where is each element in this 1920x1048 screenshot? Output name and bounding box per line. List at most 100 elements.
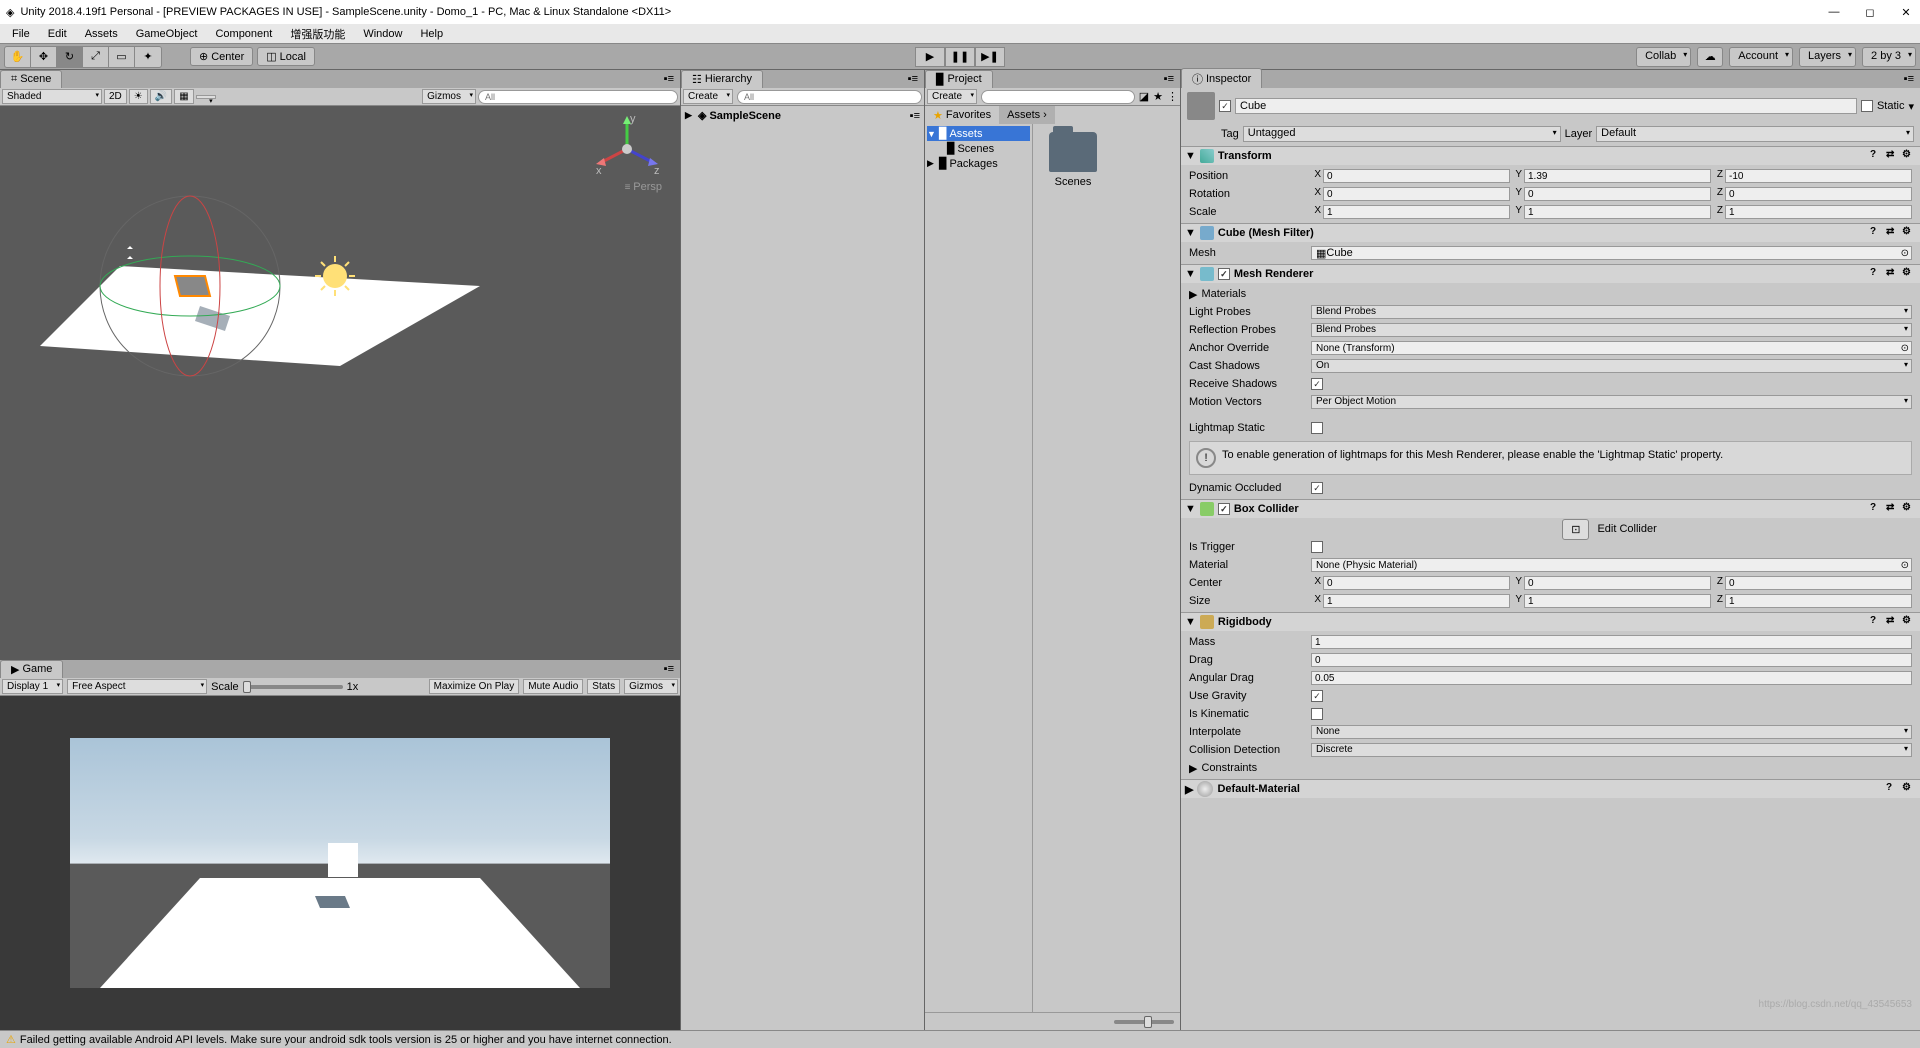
folder-scenes[interactable]: Scenes [1041, 132, 1105, 188]
menu-component[interactable]: Component [207, 26, 280, 42]
size-z[interactable] [1725, 594, 1912, 608]
rotate-tool[interactable]: ↻ [57, 47, 83, 67]
layers-dropdown[interactable]: Layers [1799, 47, 1856, 67]
gear-icon[interactable]: ⚙ [1902, 502, 1916, 516]
preset-icon[interactable]: ⇄ [1886, 502, 1900, 516]
pivot-local[interactable]: ◫Local [257, 47, 315, 66]
collider-header[interactable]: ▼ Box Collider ?⇄⚙ [1181, 500, 1920, 518]
statusbar[interactable]: ⚠ Failed getting available Android API l… [0, 1030, 1920, 1048]
menu-edit[interactable]: Edit [40, 26, 75, 42]
game-tab-menu[interactable]: ▪≡ [658, 663, 680, 675]
help-icon[interactable]: ? [1886, 782, 1900, 796]
search-label-icon[interactable]: ★ [1153, 90, 1163, 103]
minimize-button[interactable]: — [1826, 4, 1842, 20]
meshfilter-header[interactable]: ▼ Cube (Mesh Filter) ?⇄⚙ [1181, 224, 1920, 242]
static-checkbox[interactable] [1861, 100, 1873, 112]
project-tree[interactable]: ▼▉Assets ▉Scenes ▶▉Packages [925, 124, 1033, 1012]
move-tool[interactable]: ✥ [31, 47, 57, 67]
size-y[interactable] [1524, 594, 1711, 608]
menu-enhanced[interactable]: 增强版功能 [282, 24, 353, 44]
scene-view[interactable]: x y z ≡ Persp [0, 106, 680, 660]
scale-x[interactable] [1323, 205, 1510, 219]
scale-z[interactable] [1725, 205, 1912, 219]
breadcrumb-favorites[interactable]: ★Favorites [925, 106, 999, 124]
help-icon[interactable]: ? [1870, 226, 1884, 240]
project-tab[interactable]: ▉Project [925, 70, 993, 89]
pause-button[interactable]: ❚❚ [945, 47, 975, 67]
stats-toggle[interactable]: Stats [587, 679, 620, 694]
layer-dropdown[interactable]: Default [1596, 126, 1914, 142]
breadcrumb-assets[interactable]: Assets › [999, 106, 1055, 124]
gear-icon[interactable]: ⚙ [1902, 267, 1916, 281]
help-icon[interactable]: ? [1870, 267, 1884, 281]
save-search-icon[interactable]: ⋮ [1167, 90, 1178, 103]
fx-dropdown[interactable] [196, 95, 216, 99]
close-button[interactable]: ✕ [1898, 4, 1914, 20]
preset-icon[interactable]: ⇄ [1886, 615, 1900, 629]
lightprobes-dropdown[interactable]: Blend Probes [1311, 305, 1912, 319]
colldet-dropdown[interactable]: Discrete [1311, 743, 1912, 757]
menu-gameobject[interactable]: GameObject [128, 26, 206, 42]
fold-icon[interactable]: ▶ [1189, 288, 1197, 301]
persp-label[interactable]: ≡ Persp [625, 181, 662, 193]
center-x[interactable] [1323, 576, 1510, 590]
project-create[interactable]: Create [927, 89, 977, 104]
pos-x[interactable] [1323, 169, 1510, 183]
material-header[interactable]: ▶ Default-Material ?⚙ [1181, 780, 1920, 798]
game-view[interactable] [0, 696, 680, 1030]
recvshadows-checkbox[interactable] [1311, 378, 1323, 390]
account-dropdown[interactable]: Account [1729, 47, 1793, 67]
scene-search[interactable] [478, 90, 678, 104]
mode-2d-toggle[interactable]: 2D [104, 89, 127, 104]
scene-menu-icon[interactable]: ▪≡ [910, 110, 920, 122]
renderer-enabled[interactable] [1218, 268, 1230, 280]
pos-z[interactable] [1725, 169, 1912, 183]
scene-tab[interactable]: ⌗Scene [0, 70, 62, 89]
tag-dropdown[interactable]: Untagged [1243, 126, 1561, 142]
kinematic-checkbox[interactable] [1311, 708, 1323, 720]
rot-x[interactable] [1323, 187, 1510, 201]
layout-dropdown[interactable]: 2 by 3 [1862, 47, 1916, 67]
gear-icon[interactable]: ⚙ [1902, 782, 1916, 796]
gear-icon[interactable]: ⚙ [1902, 149, 1916, 163]
center-z[interactable] [1725, 576, 1912, 590]
scene-tab-menu[interactable]: ▪≡ [658, 73, 680, 85]
mute-audio[interactable]: Mute Audio [523, 679, 583, 694]
help-icon[interactable]: ? [1870, 149, 1884, 163]
menu-file[interactable]: File [4, 26, 38, 42]
istrigger-checkbox[interactable] [1311, 541, 1323, 553]
angdrag-field[interactable] [1311, 671, 1912, 685]
collider-enabled[interactable] [1218, 503, 1230, 515]
rot-z[interactable] [1725, 187, 1912, 201]
transform-header[interactable]: ▼ Transform ?⇄⚙ [1181, 147, 1920, 165]
cloud-button[interactable]: ☁ [1697, 47, 1723, 67]
preset-icon[interactable]: ⇄ [1886, 149, 1900, 163]
anchor-field[interactable]: None (Transform) [1311, 341, 1912, 355]
collab-dropdown[interactable]: Collab [1636, 47, 1691, 67]
project-tab-menu[interactable]: ▪≡ [1158, 73, 1180, 85]
search-filter-icon[interactable]: ◪ [1139, 90, 1149, 103]
motionvec-dropdown[interactable]: Per Object Motion [1311, 395, 1912, 409]
rect-tool[interactable]: ▭ [109, 47, 135, 67]
fold-icon[interactable]: ▶ [1189, 762, 1197, 775]
menu-window[interactable]: Window [355, 26, 410, 42]
renderer-header[interactable]: ▼ Mesh Renderer ?⇄⚙ [1181, 265, 1920, 283]
project-search[interactable] [981, 90, 1135, 104]
gameobject-icon[interactable] [1187, 92, 1215, 120]
gizmos-dropdown[interactable]: Gizmos [422, 89, 476, 104]
interp-dropdown[interactable]: None [1311, 725, 1912, 739]
physicmat-field[interactable]: None (Physic Material) [1311, 558, 1912, 572]
tree-scenes[interactable]: ▉Scenes [927, 141, 1030, 156]
hierarchy-tab-menu[interactable]: ▪≡ [902, 73, 924, 85]
hierarchy-search[interactable] [737, 90, 922, 104]
hierarchy-create[interactable]: Create [683, 89, 733, 104]
project-zoom-slider[interactable] [925, 1012, 1180, 1030]
maximize-button[interactable]: ◻ [1862, 4, 1878, 20]
project-grid[interactable]: Scenes [1033, 124, 1180, 1012]
fold-arrow-icon[interactable]: ▶ [685, 110, 695, 121]
hand-tool[interactable]: ✋ [5, 47, 31, 67]
audio-toggle[interactable]: 🔊 [150, 89, 172, 104]
help-icon[interactable]: ? [1870, 502, 1884, 516]
game-gizmos-dropdown[interactable]: Gizmos [624, 679, 678, 694]
hierarchy-tree[interactable]: ▶ ◈ SampleScene ▪≡ [681, 106, 924, 1030]
